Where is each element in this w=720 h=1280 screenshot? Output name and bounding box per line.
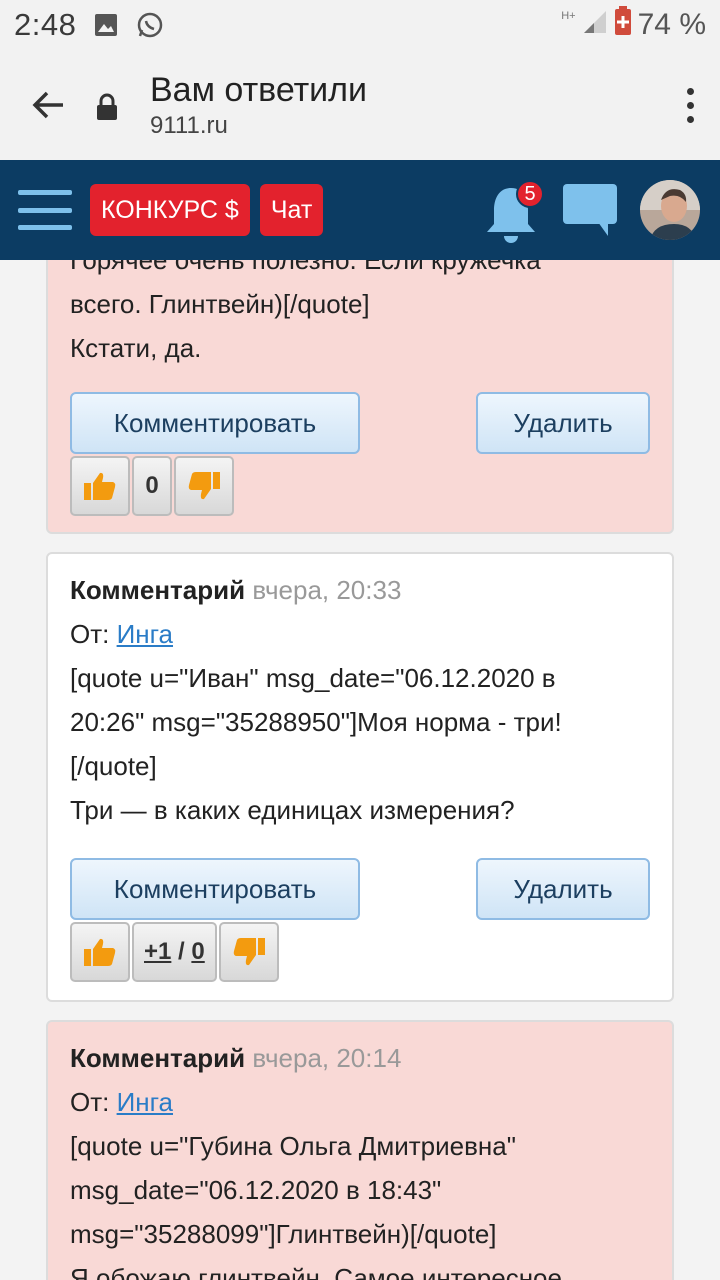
from-label: От: <box>70 1087 117 1117</box>
contest-button[interactable]: КОНКУРС $ <box>90 184 250 236</box>
thumbs-down-icon[interactable] <box>174 456 234 516</box>
vote-count: 0 <box>132 456 172 516</box>
comment-author-line: От: Инга <box>70 1080 650 1124</box>
network-type-icon: H+ <box>561 10 576 22</box>
comment-text-line: [quote u="Губина Ольга Дмитриевна" <box>70 1131 516 1161</box>
comment-button[interactable]: Комментировать <box>70 392 360 454</box>
browser-toolbar: Вам ответили 9111.ru <box>0 50 720 160</box>
comment-text-line: msg_date="06.12.2020 в 18:43" <box>70 1175 442 1205</box>
notification-count-badge: 5 <box>516 180 544 208</box>
author-link[interactable]: Инга <box>117 619 173 649</box>
author-link[interactable]: Инга <box>117 1087 173 1117</box>
chat-button[interactable]: Чат <box>259 184 324 236</box>
comment-text-line: [/quote] <box>70 751 157 781</box>
thumbs-up-icon[interactable] <box>70 456 130 516</box>
page-url: 9111.ru <box>150 112 228 139</box>
comments-feed: Горячее очень полезно. Если кружечка все… <box>0 260 720 1280</box>
thumbs-up-icon[interactable] <box>70 922 130 982</box>
site-header: КОНКУРС $ Чат 5 <box>0 160 720 260</box>
from-label: От: <box>70 619 117 649</box>
delete-button[interactable]: Удалить <box>476 392 650 454</box>
comment-header: Комментарий вчера, 20:33 <box>70 568 650 612</box>
comment-text-line: Три — в каких единицах измерения? <box>70 795 515 825</box>
page-title: Вам ответили <box>150 71 367 109</box>
votes-separator: / <box>171 938 192 965</box>
user-avatar[interactable] <box>640 180 700 240</box>
url-block[interactable]: Вам ответили 9111.ru <box>136 70 660 140</box>
comment-card: Комментарий вчера, 20:14 От: Инга [quote… <box>46 1020 674 1280</box>
messages-icon[interactable] <box>562 182 620 240</box>
comment-date: вчера, 20:33 <box>252 575 402 605</box>
comment-actions: Комментировать Удалить <box>70 858 650 920</box>
comment-card: Горячее очень полезно. Если кружечка все… <box>46 260 674 534</box>
comment-author-line: От: Инга <box>70 612 650 656</box>
battery-percent: 74 % <box>637 8 706 41</box>
comment-text-line: 20:26" msg="35288950"]Моя норма - три! <box>70 707 562 737</box>
comment-text-line: Я обожаю глинтвейн. Самое интересное <box>70 1263 562 1280</box>
comment-date: вчера, 20:14 <box>252 1043 402 1073</box>
status-time: 2:48 <box>14 7 77 42</box>
battery-icon <box>614 6 632 44</box>
delete-button[interactable]: Удалить <box>476 858 650 920</box>
comment-text-line: msg="35288099"]Глинтвейн)[/quote] <box>70 1219 497 1249</box>
comment-text-line: Кстати, да. <box>70 333 202 363</box>
more-options-icon[interactable] <box>660 50 720 160</box>
votes-plus[interactable]: +1 <box>144 938 171 966</box>
comment-button[interactable]: Комментировать <box>70 858 360 920</box>
vote-controls: 0 <box>70 456 234 516</box>
comment-text-line: [quote u="Иван" msg_date="06.12.2020 в <box>70 663 556 693</box>
back-arrow-icon[interactable] <box>0 50 96 160</box>
comment-actions: Комментировать Удалить <box>70 392 650 454</box>
vote-controls: +1 / 0 <box>70 922 279 982</box>
lock-icon[interactable] <box>96 93 136 121</box>
comment-title: Комментарий <box>70 1043 246 1073</box>
comment-card: Комментарий вчера, 20:33 От: Инга [quote… <box>46 552 674 1002</box>
status-bar: 2:48 H+ 74 % <box>0 0 720 50</box>
vote-count[interactable]: +1 / 0 <box>132 922 217 982</box>
comment-text-line: всего. Глинтвейн)[/quote] <box>70 289 370 319</box>
signal-icon <box>582 7 608 43</box>
comment-text-line: Горячее очень полезно. Если кружечка <box>70 260 541 275</box>
votes-minus[interactable]: 0 <box>191 938 204 966</box>
comment-title: Комментарий <box>70 575 246 605</box>
whatsapp-notification-icon <box>136 11 164 39</box>
gallery-notification-icon <box>94 13 118 37</box>
comment-header: Комментарий вчера, 20:14 <box>70 1036 650 1080</box>
notifications-bell-icon[interactable]: 5 <box>484 176 544 246</box>
menu-icon[interactable] <box>18 190 72 230</box>
thumbs-down-icon[interactable] <box>218 922 279 982</box>
